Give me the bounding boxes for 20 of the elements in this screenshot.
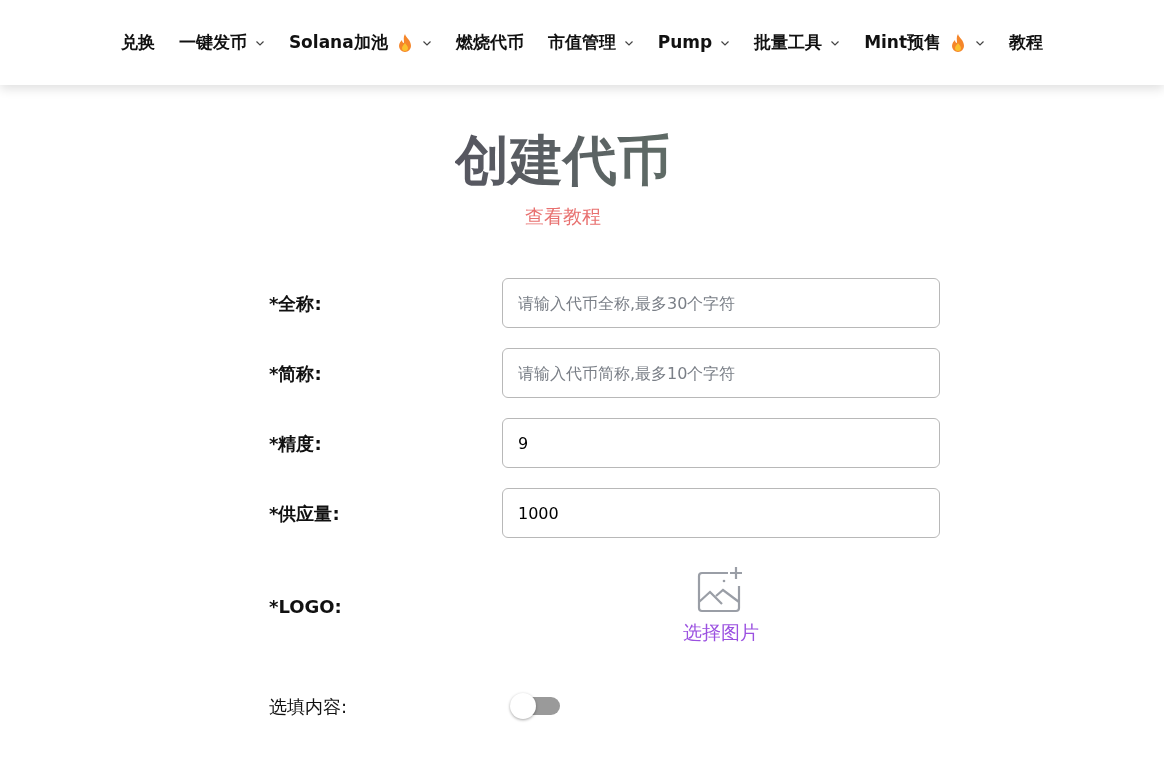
field-label: *全称: [269,291,323,316]
field-label: *精度: [269,431,323,456]
field-label: 选填内容: [269,694,349,719]
nav-link[interactable]: Pump [657,29,731,56]
field-label: *简称: [269,361,323,386]
field-label: *供应量: [269,501,341,526]
nav-link[interactable]: 教程 [1009,29,1044,56]
input-field[interactable]: 9 [502,418,940,469]
nav-link[interactable]: 批量工具 [754,29,841,56]
select-image-link[interactable]: 选择图片 [683,618,759,647]
nav-link[interactable]: 一键发币 [178,29,265,56]
nav-link[interactable]: Solana加池 [288,29,432,56]
input-field[interactable]: 请输入代币全称,最多30个字符 [502,278,940,329]
input-field[interactable]: 请输入代币简称,最多10个字符 [502,348,940,399]
nav-link[interactable]: 市值管理 [547,29,634,56]
nav-link[interactable]: 兑换 [120,29,155,56]
nav-link[interactable]: Mint预售 [864,29,986,56]
input-field[interactable]: 1000 [502,488,940,539]
nav-link[interactable]: 燃烧代币 [455,29,524,56]
field-label: *LOGO: [269,595,343,620]
